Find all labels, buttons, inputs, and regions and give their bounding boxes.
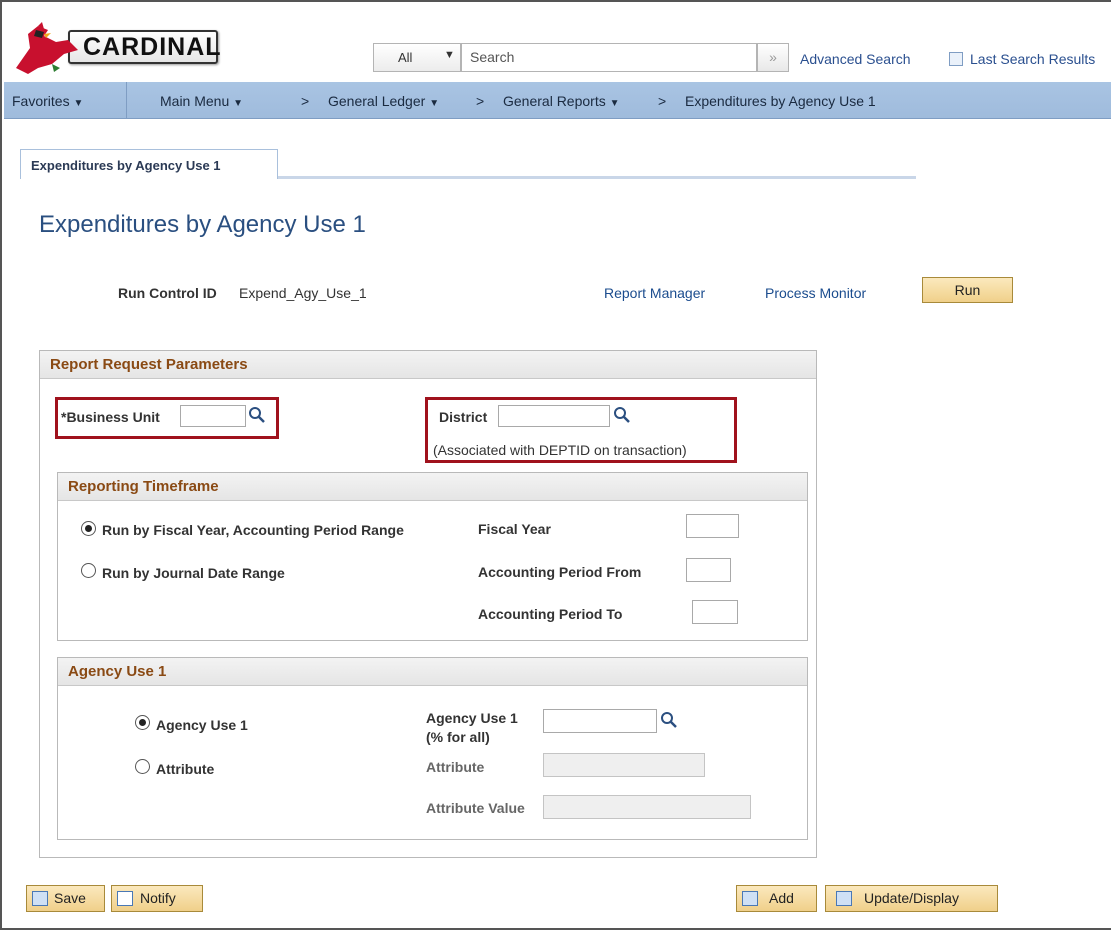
update-display-button[interactable]: Update/Display xyxy=(825,885,998,912)
district-input[interactable] xyxy=(498,405,610,427)
chevron-down-icon: ▼ xyxy=(444,49,455,61)
attribute-radio[interactable] xyxy=(135,759,150,774)
cardinal-bird-icon xyxy=(16,22,78,74)
agency-use-field-hint: (% for all) xyxy=(426,729,490,745)
attribute-label: Attribute xyxy=(426,759,485,775)
notify-button[interactable]: Notify xyxy=(111,885,203,912)
district-lookup-icon[interactable] xyxy=(613,406,631,424)
agency-use-heading: Agency Use 1 xyxy=(58,658,807,686)
page-frame: CARDINAL All ▼ Search » Advanced Search … xyxy=(0,0,1111,930)
search-scope-select[interactable]: All ▼ xyxy=(373,43,461,72)
breadcrumb-separator: > xyxy=(658,93,667,109)
run-control-id-value: Expend_Agy_Use_1 xyxy=(239,285,367,301)
header: CARDINAL All ▼ Search » Advanced Search … xyxy=(2,2,1111,82)
district-label: District xyxy=(439,409,488,425)
caret-down-icon: ▼ xyxy=(609,98,620,109)
nav-divider xyxy=(126,82,127,119)
report-manager-link[interactable]: Report Manager xyxy=(604,285,705,301)
report-request-parameters-heading: Report Request Parameters xyxy=(40,351,816,379)
breadcrumb-current-page[interactable]: Expenditures by Agency Use 1 xyxy=(685,93,876,109)
period-from-label: Accounting Period From xyxy=(478,564,642,580)
search-scope-value: All xyxy=(398,50,413,65)
attribute-option-label: Attribute xyxy=(156,761,215,777)
caret-down-icon: ▼ xyxy=(429,98,440,109)
add-label: Add xyxy=(769,890,794,906)
breadcrumb-label: General Reports xyxy=(503,93,606,109)
business-unit-label: *Business Unit xyxy=(61,409,160,425)
search-input[interactable]: Search xyxy=(461,43,757,72)
add-icon xyxy=(742,891,758,906)
double-chevron-right-icon: » xyxy=(769,49,777,65)
business-unit-lookup-icon[interactable] xyxy=(248,406,266,424)
main-menu-label: Main Menu xyxy=(160,93,230,109)
district-note: (Associated with DEPTID on transaction) xyxy=(433,442,687,458)
page-title: Expenditures by Agency Use 1 xyxy=(39,211,366,238)
notify-label: Notify xyxy=(140,890,176,906)
nav-bar: Favorites ▼ Main Menu ▼ > General Ledger… xyxy=(4,82,1111,119)
save-icon xyxy=(32,891,48,906)
period-to-input[interactable] xyxy=(692,600,738,624)
last-search-results-link[interactable]: Last Search Results xyxy=(970,51,1095,67)
cardinal-logo[interactable]: CARDINAL xyxy=(8,20,223,74)
main-menu[interactable]: Main Menu ▼ xyxy=(160,93,243,109)
process-monitor-link[interactable]: Process Monitor xyxy=(765,285,866,301)
breadcrumb-label: General Ledger xyxy=(328,93,426,109)
agency-use-input[interactable] xyxy=(543,709,657,733)
agency-use-field-label: Agency Use 1 xyxy=(426,710,518,726)
save-button[interactable]: Save xyxy=(26,885,105,912)
favorites-menu[interactable]: Favorites ▼ xyxy=(12,93,83,109)
search-results-icon xyxy=(949,52,963,66)
agency-use-option-label: Agency Use 1 xyxy=(156,717,248,733)
run-control-id-label: Run Control ID xyxy=(118,285,217,301)
caret-down-icon: ▼ xyxy=(73,98,84,109)
caret-down-icon: ▼ xyxy=(233,98,244,109)
agency-use-lookup-icon[interactable] xyxy=(660,711,678,729)
save-label: Save xyxy=(54,890,86,906)
period-from-input[interactable] xyxy=(686,558,731,582)
attribute-input[interactable] xyxy=(543,753,705,777)
agency-use-radio[interactable] xyxy=(135,715,150,730)
search-go-button[interactable]: » xyxy=(757,43,789,72)
tab-underline xyxy=(278,176,916,179)
update-display-label: Update/Display xyxy=(864,890,959,906)
fiscal-year-radio[interactable] xyxy=(81,521,96,536)
period-to-label: Accounting Period To xyxy=(478,606,623,622)
attribute-value-input[interactable] xyxy=(543,795,751,819)
reporting-timeframe-heading: Reporting Timeframe xyxy=(58,473,807,501)
fiscal-year-option-label: Run by Fiscal Year, Accounting Period Ra… xyxy=(102,522,404,538)
breadcrumb-general-ledger[interactable]: General Ledger ▼ xyxy=(328,93,439,109)
update-display-icon xyxy=(836,891,852,906)
journal-date-radio[interactable] xyxy=(81,563,96,578)
breadcrumb-separator: > xyxy=(301,93,310,109)
add-button[interactable]: Add xyxy=(736,885,817,912)
logo-text: CARDINAL xyxy=(83,33,222,61)
run-button[interactable]: Run xyxy=(922,277,1013,303)
business-unit-input[interactable] xyxy=(180,405,246,427)
tab-expenditures[interactable]: Expenditures by Agency Use 1 xyxy=(20,149,278,179)
breadcrumb-general-reports[interactable]: General Reports ▼ xyxy=(503,93,620,109)
journal-date-option-label: Run by Journal Date Range xyxy=(102,565,285,581)
advanced-search-link[interactable]: Advanced Search xyxy=(800,51,911,67)
attribute-value-label: Attribute Value xyxy=(426,800,525,816)
breadcrumb-separator: > xyxy=(476,93,485,109)
fiscal-year-label: Fiscal Year xyxy=(478,521,551,537)
fiscal-year-input[interactable] xyxy=(686,514,739,538)
notify-icon xyxy=(117,891,133,906)
favorites-label: Favorites xyxy=(12,93,70,109)
